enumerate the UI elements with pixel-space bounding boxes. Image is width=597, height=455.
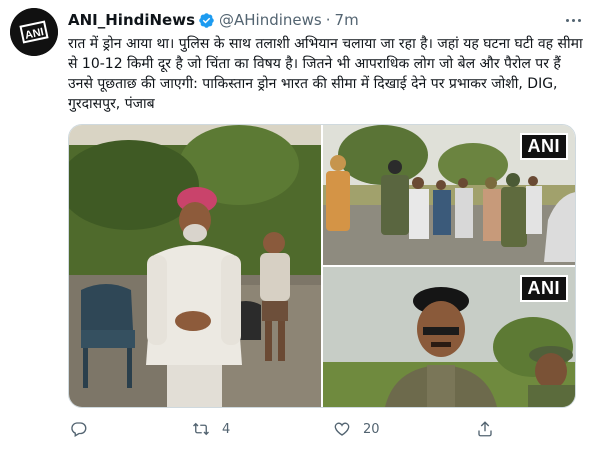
like-button[interactable]: 20: [333, 420, 380, 438]
reply-button[interactable]: [70, 420, 100, 438]
ani-watermark-bottom: ANI: [519, 275, 568, 302]
verified-badge-icon: [199, 12, 214, 28]
ani-watermark-top: ANI: [519, 133, 568, 160]
separator: ·: [325, 11, 331, 29]
timestamp[interactable]: 7m: [335, 11, 359, 29]
media-grid: ANI ANI: [68, 124, 576, 408]
retweet-icon: [193, 422, 209, 436]
retweet-button[interactable]: 4: [192, 420, 230, 438]
more-options-icon[interactable]: [563, 10, 583, 30]
tweet-header: ANI_HindiNews @AHindinews · 7m: [68, 10, 359, 30]
share-icon: [478, 421, 492, 437]
handle[interactable]: @AHindinews: [219, 11, 322, 29]
avatar[interactable]: ANI: [10, 8, 58, 56]
display-name[interactable]: ANI_HindiNews: [68, 11, 195, 29]
ani-logo-icon: ANI: [10, 8, 58, 56]
tweet[interactable]: ANI ANI_HindiNews @AHindinews · 7m रात म…: [0, 0, 597, 455]
heart-icon: [334, 422, 350, 436]
tweet-text: रात में ड्रोन आया था। पुलिस के साथ तलाशी…: [68, 36, 583, 112]
photo-left[interactable]: [69, 125, 321, 407]
reply-icon: [71, 422, 87, 437]
like-count: 20: [363, 421, 380, 437]
tweet-actions: 4 20: [68, 420, 508, 442]
retweet-count: 4: [222, 421, 231, 437]
photo-top-right[interactable]: ANI: [323, 125, 575, 265]
share-button[interactable]: [476, 420, 494, 438]
photo-bottom-right[interactable]: ANI: [323, 267, 575, 407]
